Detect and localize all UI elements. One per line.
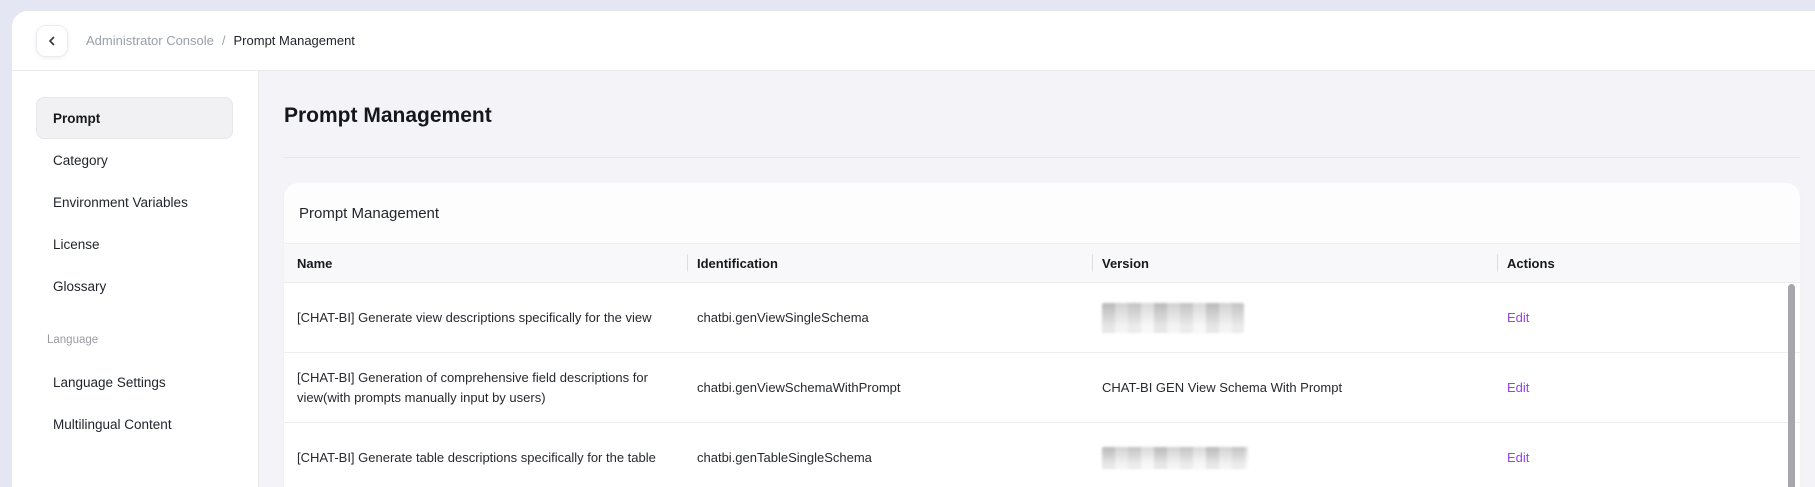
column-header-actions: Actions	[1497, 244, 1800, 282]
breadcrumb-separator: /	[222, 33, 226, 48]
version-cell	[1092, 447, 1497, 469]
redacted-version-blur	[1102, 447, 1248, 469]
version-cell: CHAT-BI GEN View Schema With Prompt	[1092, 380, 1497, 395]
column-header-name: Name	[284, 244, 687, 282]
sidebar-item-category[interactable]: Category	[36, 139, 233, 181]
redacted-version-blur	[1102, 303, 1244, 333]
edit-link[interactable]: Edit	[1507, 310, 1529, 325]
version-cell	[1092, 303, 1497, 333]
actions-cell: Edit	[1497, 380, 1800, 395]
sidebar-item-license[interactable]: License	[36, 223, 233, 265]
name-cell: [CHAT-BI] Generation of comprehensive fi…	[284, 368, 687, 408]
title-divider	[284, 157, 1800, 158]
column-header-version: Version	[1092, 244, 1497, 282]
prompt-management-card: Prompt Management Name Identification Ve…	[284, 183, 1800, 487]
table-row: [CHAT-BI] Generate table descriptions sp…	[284, 423, 1800, 487]
table-header-row: Name Identification Version Actions	[284, 243, 1800, 283]
sidebar-item-glossary[interactable]: Glossary	[36, 265, 233, 307]
admin-console-page: Administrator Console / Prompt Managemen…	[12, 11, 1815, 487]
column-header-identification: Identification	[687, 244, 1092, 282]
name-cell: [CHAT-BI] Generate view descriptions spe…	[284, 308, 687, 328]
table-row: [CHAT-BI] Generation of comprehensive fi…	[284, 353, 1800, 423]
sidebar-item-environment-variables[interactable]: Environment Variables	[36, 181, 233, 223]
sidebar-item-multilingual-content[interactable]: Multilingual Content	[36, 403, 233, 445]
table-scrollbar-thumb[interactable]	[1788, 284, 1795, 487]
breadcrumb: Administrator Console / Prompt Managemen…	[86, 33, 355, 48]
topbar: Administrator Console / Prompt Managemen…	[12, 11, 1815, 71]
back-button[interactable]	[36, 25, 68, 57]
identification-cell: chatbi.genTableSingleSchema	[687, 450, 1092, 465]
edit-link[interactable]: Edit	[1507, 380, 1529, 395]
sidebar-section-label: Language	[12, 319, 258, 361]
edit-link[interactable]: Edit	[1507, 450, 1529, 465]
actions-cell: Edit	[1497, 450, 1800, 465]
breadcrumb-item-current: Prompt Management	[234, 33, 355, 48]
version-text: CHAT-BI GEN View Schema With Prompt	[1102, 380, 1342, 395]
name-cell: [CHAT-BI] Generate table descriptions sp…	[284, 448, 687, 468]
prompt-table: Name Identification Version Actions [CHA…	[284, 243, 1800, 487]
identification-cell: chatbi.genViewSchemaWithPrompt	[687, 380, 1092, 395]
sidebar-item-prompt[interactable]: Prompt	[36, 97, 233, 139]
actions-cell: Edit	[1497, 310, 1800, 325]
table-row: [CHAT-BI] Generate view descriptions spe…	[284, 283, 1800, 353]
table-body: [CHAT-BI] Generate view descriptions spe…	[284, 283, 1800, 487]
sidebar-item-language-settings[interactable]: Language Settings	[36, 361, 233, 403]
sidebar-nav: PromptCategoryEnvironment VariablesLicen…	[12, 97, 258, 445]
page-title: Prompt Management	[284, 98, 1815, 134]
breadcrumb-item-administrator-console[interactable]: Administrator Console	[86, 33, 214, 48]
identification-cell: chatbi.genViewSingleSchema	[687, 310, 1092, 325]
chevron-left-icon	[46, 35, 58, 47]
card-title: Prompt Management	[284, 183, 1800, 243]
main-content: Prompt Management Prompt Management Name…	[259, 71, 1815, 487]
sidebar: PromptCategoryEnvironment VariablesLicen…	[12, 71, 259, 487]
